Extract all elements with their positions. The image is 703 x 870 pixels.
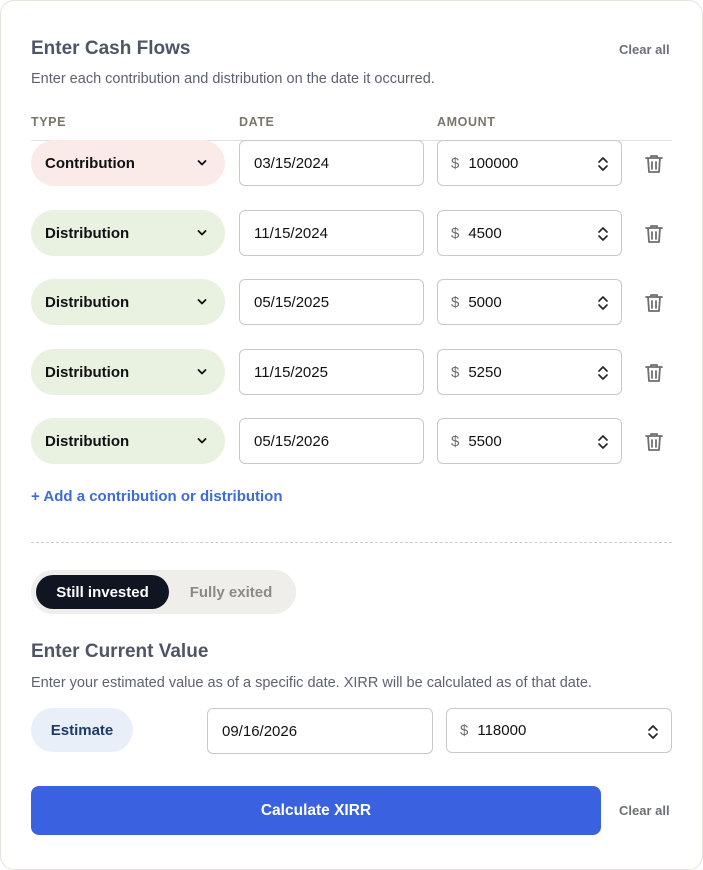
spinner-icon[interactable]: [597, 224, 609, 244]
type-select[interactable]: Distribution: [31, 210, 225, 256]
cash-flow-card: Enter Cash Flows Clear all Enter each co…: [0, 0, 703, 870]
estimate-button[interactable]: Estimate: [31, 708, 133, 752]
still-invested-option[interactable]: Still invested: [36, 575, 169, 609]
current-value-date-input[interactable]: 09/16/2026: [207, 708, 433, 754]
type-select[interactable]: Distribution: [31, 349, 225, 395]
currency-symbol: $: [451, 154, 460, 172]
date-value: 11/15/2025: [254, 363, 328, 381]
amount-value: 5000: [468, 293, 502, 311]
trash-icon[interactable]: [643, 431, 665, 453]
amount-input[interactable]: $ 100000: [437, 140, 622, 186]
currency-symbol: $: [460, 722, 469, 739]
amount-value: 118000: [477, 722, 527, 739]
trash-icon[interactable]: [643, 153, 665, 175]
spinner-icon[interactable]: [597, 293, 609, 313]
amount-value: 4500: [468, 224, 502, 242]
fully-exited-option[interactable]: Fully exited: [171, 575, 291, 609]
type-select[interactable]: Contribution: [31, 140, 225, 186]
clear-all-link-top[interactable]: Clear all: [619, 42, 670, 57]
chevron-down-icon: [197, 160, 207, 166]
amount-input[interactable]: $ 4500: [437, 210, 622, 256]
trash-icon[interactable]: [643, 292, 665, 314]
currency-symbol: $: [451, 224, 460, 242]
spinner-icon[interactable]: [647, 722, 659, 742]
amount-value: 100000: [468, 154, 519, 172]
cash-flow-row: Contribution 03/15/2024 $ 100000: [31, 140, 672, 186]
cash-flow-row: Distribution 11/15/2024 $ 4500: [31, 210, 672, 256]
investment-status-toggle: Still invested Fully exited: [31, 570, 296, 614]
date-input[interactable]: 03/15/2024: [239, 140, 424, 186]
current-value-title: Enter Current Value: [31, 641, 209, 662]
chevron-down-icon: [197, 438, 207, 444]
date-value: 03/15/2024: [254, 154, 330, 172]
date-input[interactable]: 11/15/2024: [239, 210, 424, 256]
chevron-down-icon: [197, 230, 207, 236]
date-value: 05/15/2025: [254, 293, 330, 311]
cash-flow-row: Distribution 05/15/2026 $ 5500: [31, 418, 672, 464]
section-subtitle: Enter each contribution and distribution…: [31, 71, 435, 87]
type-select-label: Distribution: [45, 432, 130, 450]
type-select-label: Distribution: [45, 224, 130, 242]
type-select[interactable]: Distribution: [31, 418, 225, 464]
spinner-icon[interactable]: [597, 363, 609, 383]
amount-input[interactable]: $ 5000: [437, 279, 622, 325]
cash-flow-row: Distribution 05/15/2025 $ 5000: [31, 279, 672, 325]
date-value: 11/15/2024: [254, 224, 328, 242]
amount-input[interactable]: $ 5250: [437, 349, 622, 395]
chevron-down-icon: [197, 369, 207, 375]
currency-symbol: $: [451, 363, 460, 381]
date-input[interactable]: 05/15/2026: [239, 418, 424, 464]
amount-input[interactable]: $ 5500: [437, 418, 622, 464]
type-select-label: Distribution: [45, 363, 130, 381]
type-select[interactable]: Distribution: [31, 279, 225, 325]
cash-flow-row: Distribution 11/15/2025 $ 5250: [31, 349, 672, 395]
calculate-xirr-button[interactable]: Calculate XIRR: [31, 786, 601, 835]
chevron-down-icon: [197, 299, 207, 305]
type-select-label: Distribution: [45, 293, 130, 311]
trash-icon[interactable]: [643, 362, 665, 384]
current-value-subtitle: Enter your estimated value as of a speci…: [31, 675, 592, 691]
section-title: Enter Cash Flows: [31, 38, 191, 59]
type-select-label: Contribution: [45, 154, 135, 172]
spinner-icon[interactable]: [597, 154, 609, 174]
add-cash-flow-link[interactable]: + Add a contribution or distribution: [31, 488, 283, 505]
section-divider: [31, 542, 672, 543]
date-value: 09/16/2026: [222, 722, 298, 740]
currency-symbol: $: [451, 293, 460, 311]
amount-value: 5500: [468, 432, 502, 450]
date-value: 05/15/2026: [254, 432, 330, 450]
currency-symbol: $: [451, 432, 460, 450]
amount-value: 5250: [468, 363, 502, 381]
clear-all-link-bottom[interactable]: Clear all: [619, 803, 670, 818]
column-header-date: DATE: [239, 115, 275, 129]
date-input[interactable]: 05/15/2025: [239, 279, 424, 325]
trash-icon[interactable]: [643, 223, 665, 245]
column-header-type: TYPE: [31, 115, 67, 129]
date-input[interactable]: 11/15/2025: [239, 349, 424, 395]
spinner-icon[interactable]: [597, 432, 609, 452]
column-header-amount: AMOUNT: [437, 115, 496, 129]
current-value-amount-input[interactable]: $ 118000: [446, 708, 672, 753]
